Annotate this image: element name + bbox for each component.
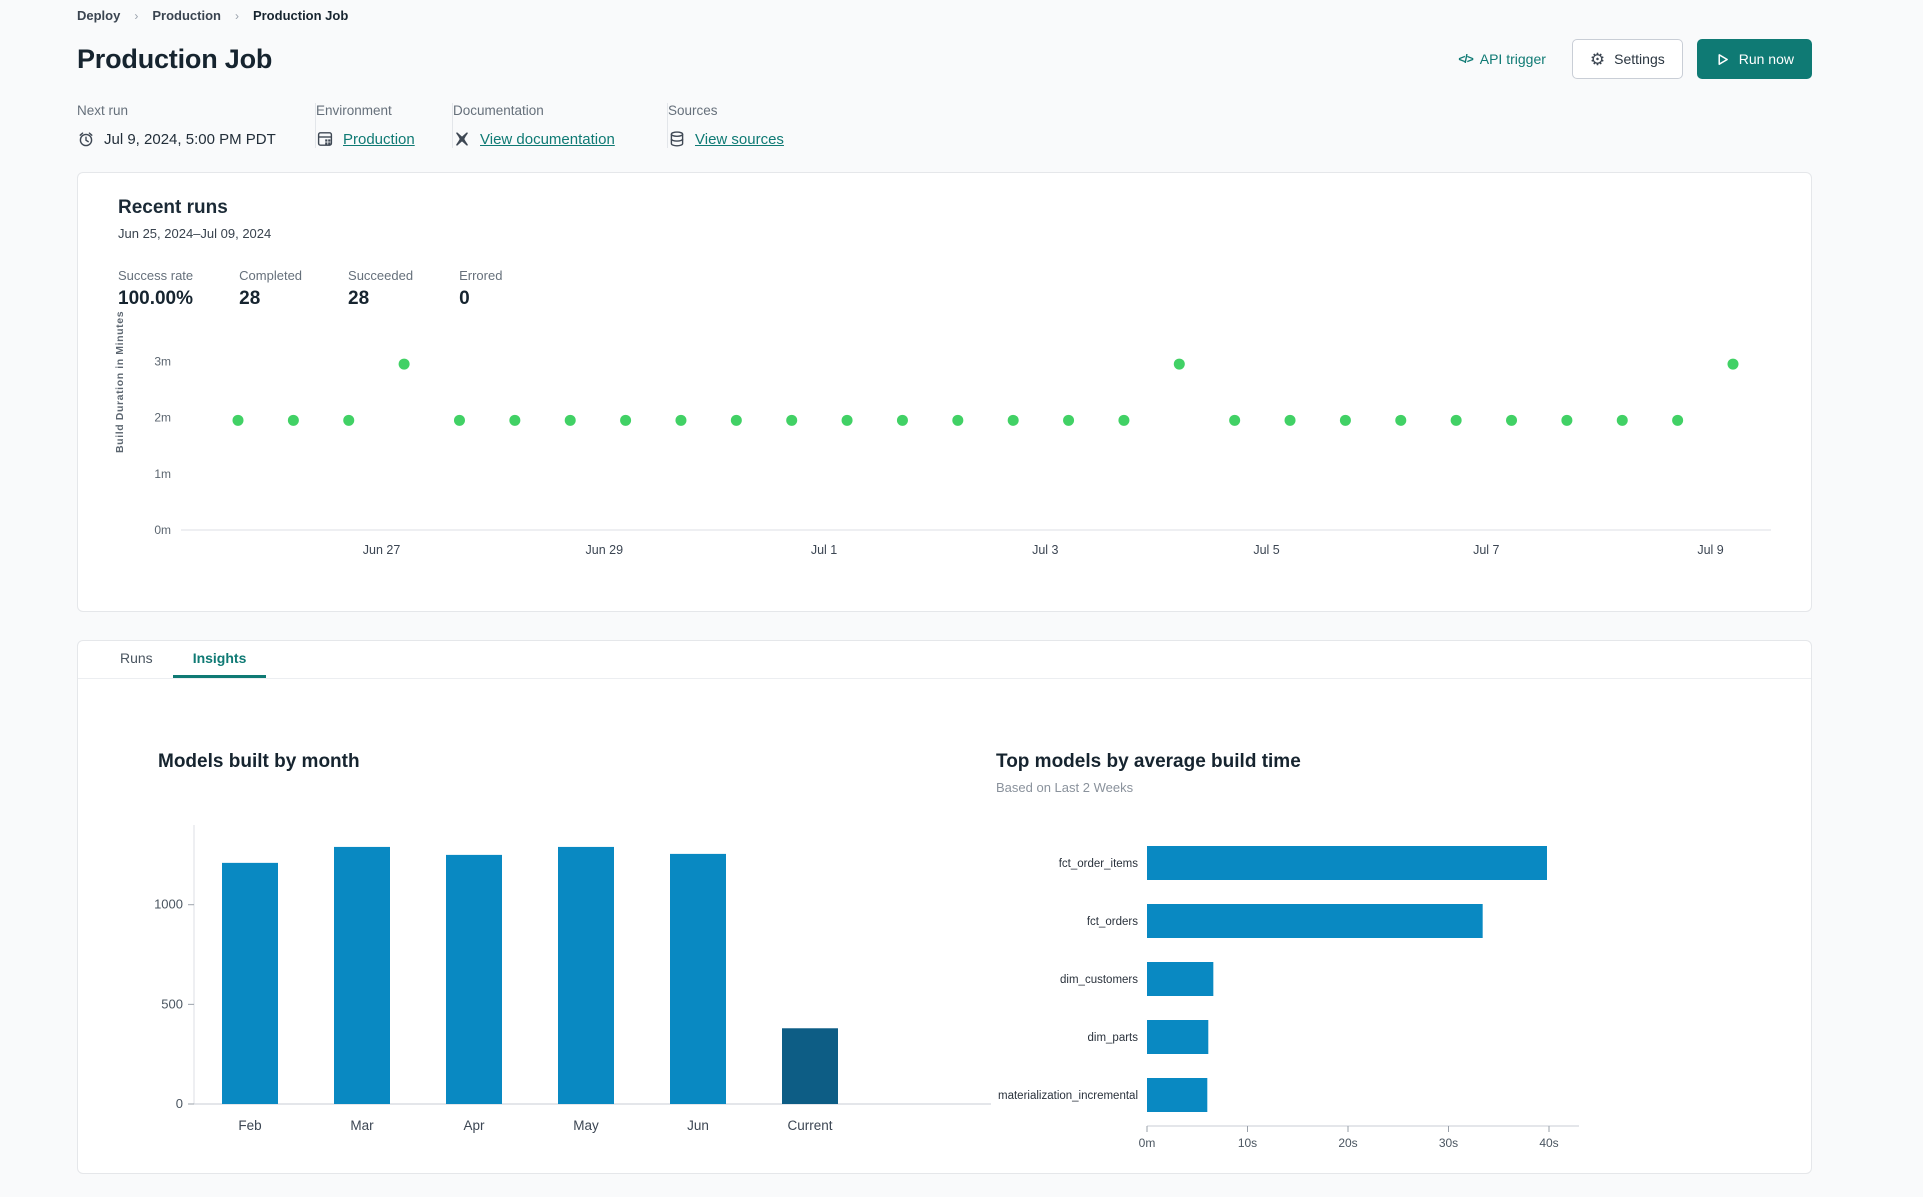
tab-bar: Runs Insights xyxy=(78,641,1811,679)
top-models-chart: 0m 10s 20s 30s 40s fct_order_items fct_ordersd… xyxy=(996,831,1771,1171)
tab-insights[interactable]: Insights xyxy=(172,641,267,678)
svg-text:40s: 40s xyxy=(1539,1136,1558,1150)
settings-button[interactable]: ⚙ Settings xyxy=(1571,39,1683,79)
page-header: Production Job </> API trigger ⚙ Setting… xyxy=(77,39,1812,79)
view-documentation-link[interactable]: View documentation xyxy=(480,131,615,148)
svg-text:Jul 3: Jul 3 xyxy=(1032,543,1058,557)
models-built-section: Models built by month 0 500 1000 Feb Mar Apr M… xyxy=(154,751,996,1171)
view-sources-link[interactable]: View sources xyxy=(695,131,784,148)
dbt-docs-icon xyxy=(456,132,468,146)
svg-text:Jun: Jun xyxy=(687,1118,709,1133)
gear-icon: ⚙ xyxy=(1589,49,1606,69)
runs-insights-card: Runs Insights Models built by month 0 500… xyxy=(77,640,1812,1174)
meta-next-run: Next run Jul 9, 2024, 5:00 PM PDT xyxy=(77,103,315,148)
stat-errored: Errored 0 xyxy=(459,268,503,309)
api-trigger-link[interactable]: </> API trigger xyxy=(1458,51,1546,67)
meta-documentation: Documentation View documentation xyxy=(453,103,667,148)
page-title: Production Job xyxy=(77,43,273,74)
top-models-chart-title: Top models by average build time xyxy=(996,751,1301,772)
clock-icon xyxy=(79,132,93,147)
models-built-chart-title: Models built by month xyxy=(158,751,360,772)
recent-runs-date-range: Jun 25, 2024–Jul 09, 2024 xyxy=(118,226,272,241)
page: Deploy › Production › Production Job Pro… xyxy=(77,0,1812,1174)
top-models-chart-subtitle: Based on Last 2 Weeks xyxy=(996,780,1134,795)
build-duration-chart: Build Duration in Minutes 3m 2m 1m 0m Jun 27… xyxy=(114,311,1771,566)
svg-text:Jul 7: Jul 7 xyxy=(1473,543,1499,557)
database-stack-icon xyxy=(670,131,684,147)
svg-text:fct_order_items: fct_order_items xyxy=(1059,858,1139,870)
svg-text:2m: 2m xyxy=(154,411,171,425)
breadcrumb-item-current: Production Job xyxy=(252,8,349,23)
job-meta: Next run Jul 9, 2024, 5:00 PM PDT Enviro… xyxy=(77,103,1812,148)
meta-environment: Environment Production xyxy=(316,103,452,148)
sources-label: Sources xyxy=(668,103,718,118)
svg-text:fct_orders: fct_orders xyxy=(1087,916,1138,928)
header-actions: </> API trigger ⚙ Settings Run now xyxy=(1458,39,1812,79)
svg-text:500: 500 xyxy=(161,996,183,1011)
svg-text:Current: Current xyxy=(787,1118,832,1133)
stat-completed: Completed 28 xyxy=(239,268,303,309)
svg-text:Mar: Mar xyxy=(350,1118,374,1133)
svg-text:10s: 10s xyxy=(1238,1136,1257,1150)
breadcrumb-item-production[interactable]: Production xyxy=(152,8,221,23)
play-icon xyxy=(1718,53,1728,65)
svg-text:0: 0 xyxy=(176,1096,183,1111)
svg-text:Jul 9: Jul 9 xyxy=(1697,543,1723,557)
next-run-label: Next run xyxy=(77,103,129,118)
svg-text:1m: 1m xyxy=(154,467,171,481)
svg-text:Jul 5: Jul 5 xyxy=(1253,543,1279,557)
y-axis-label: Build Duration in Minutes xyxy=(114,310,126,453)
insights-panel: Models built by month 0 500 1000 Feb Mar Apr M… xyxy=(78,679,1811,1171)
recent-runs-stats: Success rate 100.00% Completed 28 Succee… xyxy=(118,268,1771,310)
run-now-button[interactable]: Run now xyxy=(1696,39,1812,79)
svg-text:dim_parts: dim_parts xyxy=(1088,1032,1139,1044)
documentation-label: Documentation xyxy=(453,103,544,118)
breadcrumb: Deploy › Production › Production Job xyxy=(77,8,1812,23)
run-now-label: Run now xyxy=(1738,51,1794,67)
environment-label: Environment xyxy=(316,103,392,118)
api-trigger-label: API trigger xyxy=(1479,51,1546,67)
svg-text:1000: 1000 xyxy=(154,897,183,912)
svg-text:0m: 0m xyxy=(154,523,171,537)
code-icon: </> xyxy=(1458,52,1473,66)
meta-sources: Sources View sources xyxy=(668,103,810,148)
svg-text:Apr: Apr xyxy=(463,1118,485,1133)
database-server-icon xyxy=(317,132,333,146)
stat-success-rate: Success rate 100.00% xyxy=(118,268,194,309)
top-models-section: Top models by average build time Based o… xyxy=(996,751,1771,1171)
svg-text:Feb: Feb xyxy=(238,1118,261,1133)
next-run-value: Jul 9, 2024, 5:00 PM PDT xyxy=(104,130,276,148)
svg-text:materialization_incremental: materialization_incremental xyxy=(998,1090,1138,1102)
settings-label: Settings xyxy=(1614,51,1665,67)
chevron-right-icon: › xyxy=(234,8,239,23)
svg-text:Jun 27: Jun 27 xyxy=(363,543,401,557)
recent-runs-card: Recent runs Jun 25, 2024–Jul 09, 2024 Su… xyxy=(77,172,1812,612)
scatter-plot: 3m 2m 1m 0m Jun 27 Jun 29 Jul 1 Jul 3 Jul 5 Jul 7… xyxy=(118,338,1771,566)
stat-succeeded: Succeeded 28 xyxy=(348,268,414,309)
tab-runs[interactable]: Runs xyxy=(100,641,173,678)
svg-text:3m: 3m xyxy=(154,354,171,368)
recent-runs-title: Recent runs xyxy=(118,197,228,218)
svg-text:Jul 1: Jul 1 xyxy=(811,543,837,557)
models-built-chart: 0 500 1000 Feb Mar Apr May Jun Current xyxy=(122,817,996,1147)
svg-text:20s: 20s xyxy=(1338,1136,1357,1150)
svg-text:Jun 29: Jun 29 xyxy=(586,543,624,557)
breadcrumb-item-deploy[interactable]: Deploy xyxy=(77,8,120,23)
svg-text:0m: 0m xyxy=(1139,1136,1156,1150)
chevron-right-icon: › xyxy=(134,8,139,23)
svg-text:May: May xyxy=(573,1118,599,1133)
environment-link[interactable]: Production xyxy=(343,131,415,148)
svg-text:dim_customers: dim_customers xyxy=(1060,974,1138,986)
svg-text:30s: 30s xyxy=(1439,1136,1458,1150)
